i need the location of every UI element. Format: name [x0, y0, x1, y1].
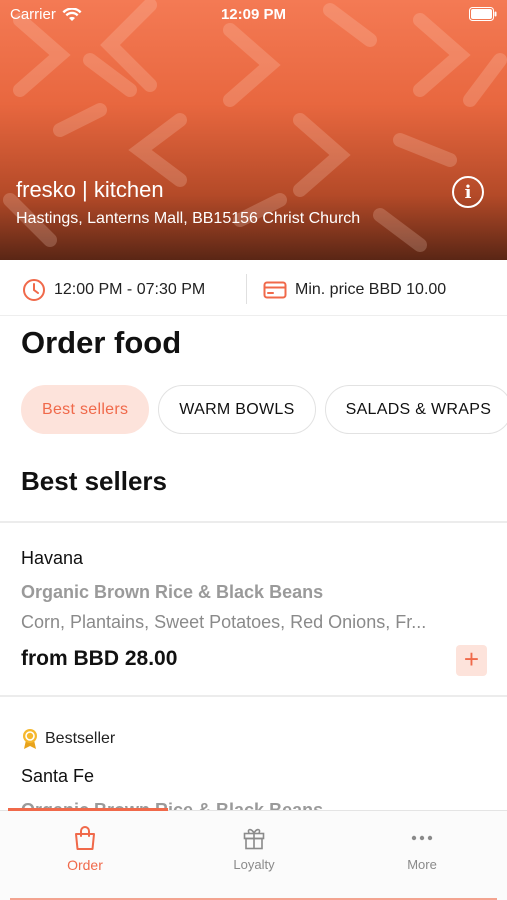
tab-loyalty[interactable]: Loyalty [204, 825, 304, 872]
info-button[interactable]: i [452, 176, 484, 208]
store-name: fresko | kitchen [16, 177, 164, 202]
tab-more[interactable]: More [372, 825, 472, 872]
active-tab-indicator [8, 808, 168, 811]
opening-hours: 12:00 PM - 07:30 PM [22, 278, 205, 302]
category-chip-best-sellers[interactable]: Best sellers [21, 385, 150, 434]
category-chip-salads-wraps[interactable]: SALADS & WRAPS [324, 385, 507, 434]
shopping-bag-icon [75, 826, 95, 850]
minimum-price: Min. price BBD 10.00 [263, 278, 446, 302]
store-header: Carrier 12:09 PM fresko | kitchen Hastin… [0, 0, 507, 260]
category-chips: Best sellers WARM BOWLS SALADS & WRAPS [21, 385, 507, 435]
clock-icon [23, 279, 45, 301]
section-title: Best sellers [21, 466, 167, 496]
credit-card-icon [263, 281, 287, 299]
store-info-row: 12:00 PM - 07:30 PM Min. price BBD 10.00 [0, 262, 507, 316]
store-address: Hastings, Lanterns Mall, BB15156 Christ … [16, 210, 361, 227]
section-divider [0, 521, 507, 523]
product-subtitle: Organic Brown Rice & Black Beans [21, 582, 324, 602]
info-divider [246, 274, 247, 304]
more-dots-icon [411, 835, 433, 841]
product-name: Havana [21, 548, 84, 568]
bestseller-label: Bestseller [45, 730, 116, 747]
product-price: from BBD 28.00 [21, 647, 178, 670]
info-icon: i [464, 181, 472, 203]
product-divider [0, 695, 507, 697]
award-ribbon-icon [23, 729, 37, 749]
opening-hours-text: 12:00 PM - 07:30 PM [54, 281, 206, 298]
product-name: Santa Fe [21, 766, 95, 786]
status-bar: Carrier 12:09 PM [0, 0, 507, 30]
gift-icon [243, 828, 265, 850]
tab-order[interactable]: Order [35, 825, 135, 873]
page-title: Order food [21, 325, 182, 360]
status-time: 12:09 PM [220, 6, 287, 23]
category-chip-warm-bowls[interactable]: WARM BOWLS [158, 385, 316, 434]
tab-order-label: Order [67, 857, 103, 873]
add-to-cart-button[interactable]: + [456, 645, 487, 676]
minimum-price-text: Min. price BBD 10.00 [295, 281, 447, 298]
battery-icon [469, 7, 497, 21]
product-description: Corn, Plantains, Sweet Potatoes, Red Oni… [21, 612, 427, 632]
bottom-tab-bar: Order Loyalty More [0, 808, 507, 900]
tab-loyalty-label: Loyalty [233, 857, 275, 872]
bestseller-badge: Bestseller [21, 728, 115, 750]
tab-more-label: More [407, 857, 437, 872]
